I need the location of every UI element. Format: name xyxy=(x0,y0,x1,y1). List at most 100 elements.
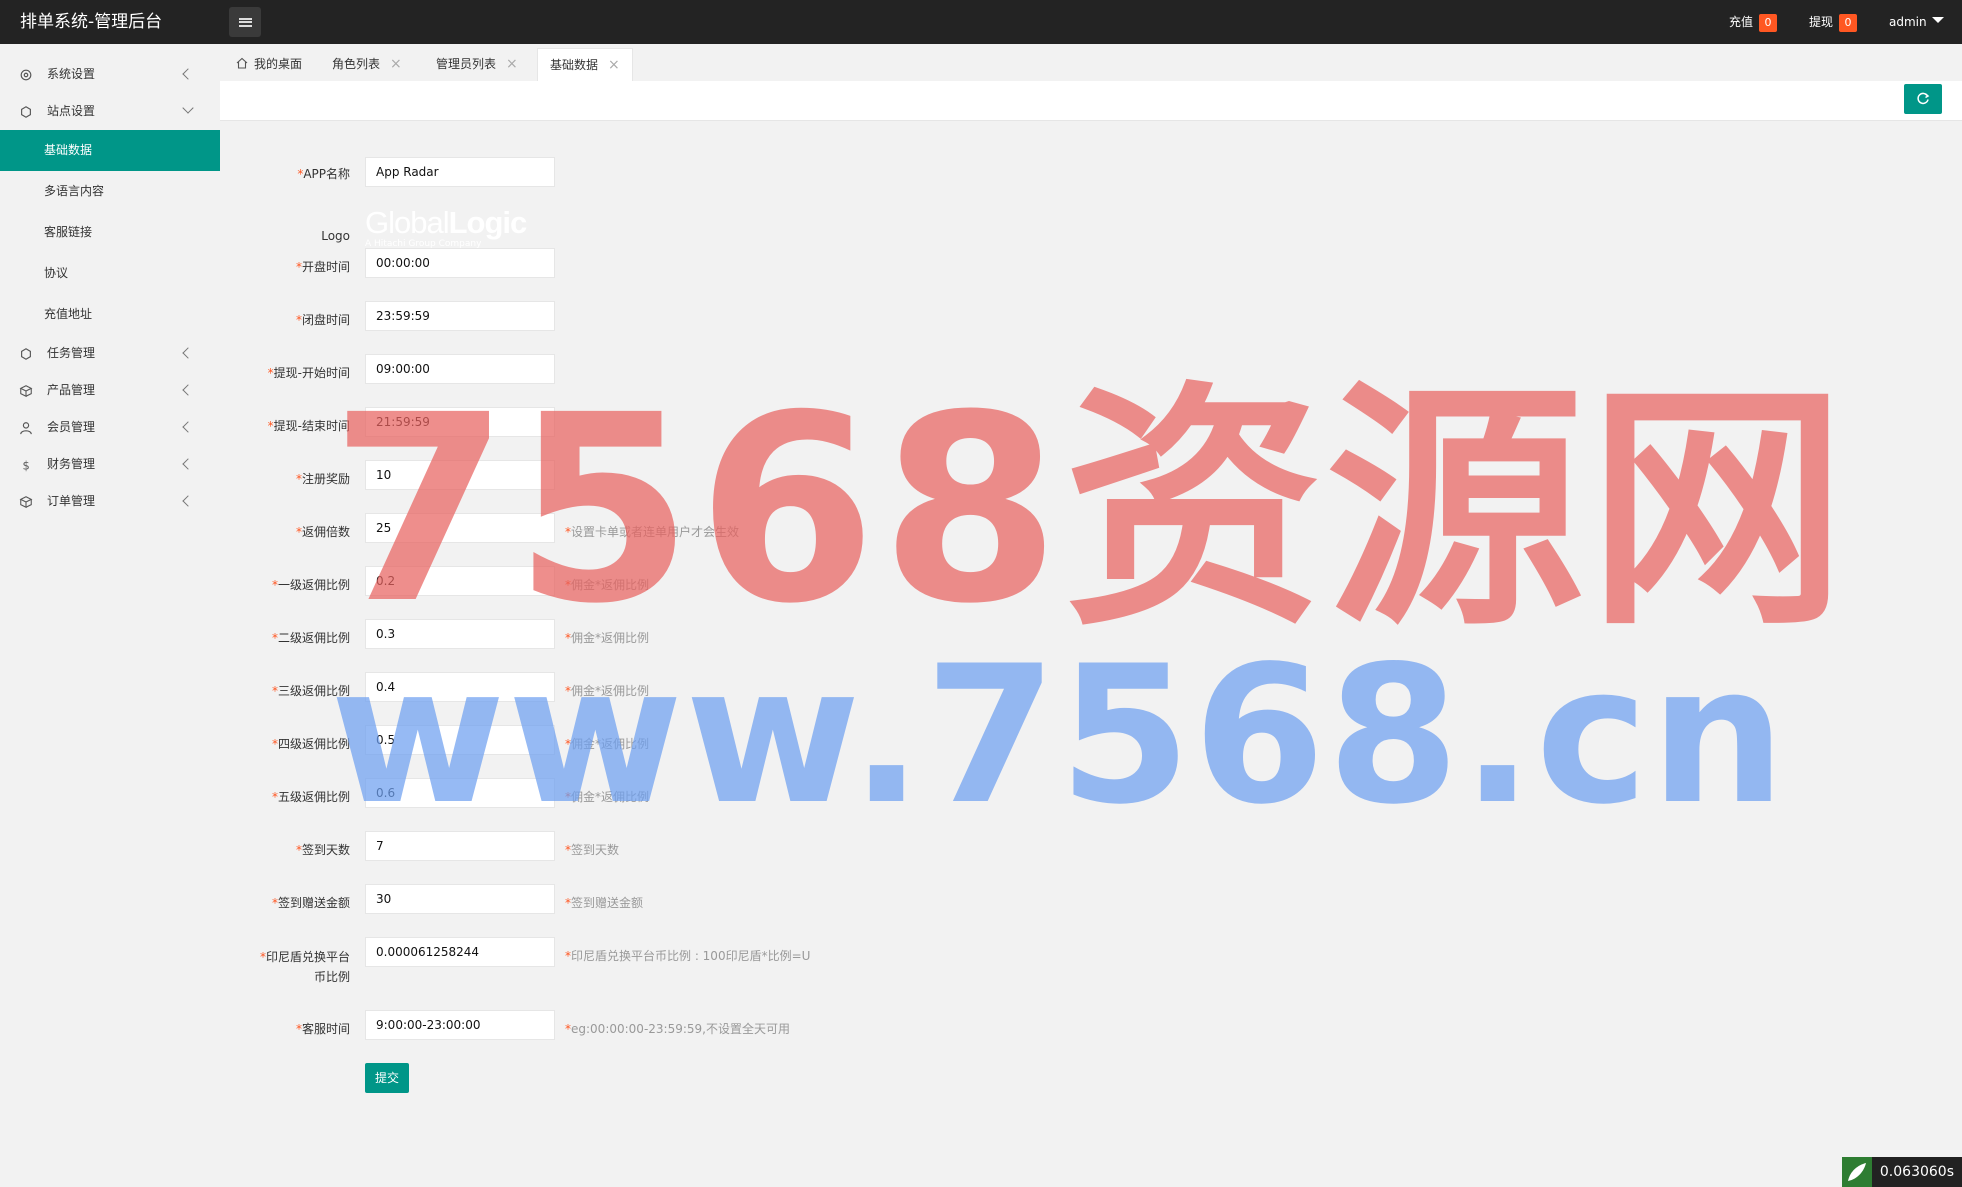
signin-days-input[interactable]: 7 xyxy=(365,831,555,861)
sidebar-subitem-recharge-address[interactable]: 充值地址 xyxy=(0,294,220,335)
register-reward-input[interactable]: 10 xyxy=(365,460,555,490)
tab-role-list[interactable]: 角色列表 × xyxy=(320,48,414,81)
basic-data-form: *APP名称 App Radar Logo GlobalLogic A Hita… xyxy=(220,121,1962,1187)
tab-bar: 我的桌面 角色列表 × 管理员列表 × 基础数据 × xyxy=(220,44,1962,81)
level3-input[interactable]: 0.4 xyxy=(365,672,555,702)
task-icon xyxy=(21,348,31,360)
level2-input[interactable]: 0.3 xyxy=(365,619,555,649)
sidebar-item-member-management[interactable]: 会员管理 xyxy=(0,409,220,446)
caret-down-icon xyxy=(1931,16,1944,23)
chevron-left-icon xyxy=(182,68,194,80)
logo-label: Logo xyxy=(321,229,350,243)
sidebar-item-label: 系统设置 xyxy=(47,67,96,81)
content-toolbar xyxy=(220,81,1962,121)
sidebar-item-site-settings[interactable]: 站点设置 xyxy=(0,93,220,130)
sidebar-item-finance-management[interactable]: $ 财务管理 xyxy=(0,446,220,483)
perf-time: 0.063060s xyxy=(1871,1157,1962,1187)
level5-label: *五级返佣比例 xyxy=(271,790,350,804)
level1-tip: *佣金*返佣比例 xyxy=(565,578,650,592)
sidebar-item-label: 任务管理 xyxy=(47,346,96,360)
rate-tip: *印尼盾兑换平台币比例 : 100印尼盾*比例=U xyxy=(565,949,811,963)
site-icon xyxy=(21,106,31,118)
withdraw-label: 提现 xyxy=(1809,15,1834,29)
hamburger-icon xyxy=(238,17,252,27)
sidebar-item-order-management[interactable]: 订单管理 xyxy=(0,483,220,520)
signin-bonus-tip: *签到赠送金额 xyxy=(565,896,644,910)
user-name: admin xyxy=(1889,15,1927,29)
sidebar-item-system-settings[interactable]: 系统设置 xyxy=(0,56,220,93)
gear-icon xyxy=(20,69,32,81)
logo-image[interactable]: GlobalLogic A Hitachi Group Company xyxy=(365,207,555,251)
rate-input[interactable]: 0.000061258244 xyxy=(365,937,555,967)
level5-tip: *佣金*返佣比例 xyxy=(565,790,650,804)
sidebar-subitem-basic-data[interactable]: 基础数据 xyxy=(0,130,220,171)
tab-basic-data[interactable]: 基础数据 × xyxy=(537,48,633,81)
register-reward-label: *注册奖励 xyxy=(295,472,350,486)
service-time-tip: *eg:00:00:00-23:59:59,不设置全天可用 xyxy=(565,1022,790,1036)
commission-multiple-tip: *设置卡单或者连单用户才会生效 xyxy=(565,525,740,539)
close-icon[interactable]: × xyxy=(608,49,620,82)
sidebar-subitem-service-link[interactable]: 客服链接 xyxy=(0,212,220,253)
user-menu[interactable]: admin xyxy=(1889,0,1944,44)
chevron-left-icon xyxy=(182,384,194,396)
tab-label: 基础数据 xyxy=(550,58,599,72)
sidebar-item-label: 会员管理 xyxy=(47,420,96,434)
level1-input[interactable]: 0.2 xyxy=(365,566,555,596)
signin-bonus-label: *签到赠送金额 xyxy=(271,896,350,910)
recharge-badge: 0 xyxy=(1759,13,1778,32)
sidebar-subitem-multilang[interactable]: 多语言内容 xyxy=(0,171,220,212)
svg-text:$: $ xyxy=(23,458,30,472)
level5-input[interactable]: 0.6 xyxy=(365,778,555,808)
withdraw-start-label: *提现-开始时间 xyxy=(267,366,350,380)
service-time-input[interactable]: 9:00:00-23:00:00 xyxy=(365,1010,555,1040)
withdraw-end-label: *提现-结束时间 xyxy=(267,419,350,433)
commission-multiple-input[interactable]: 25 xyxy=(365,513,555,543)
recharge-label: 充值 xyxy=(1729,15,1754,29)
withdraw-start-input[interactable]: 09:00:00 xyxy=(365,354,555,384)
level4-input[interactable]: 0.5 xyxy=(365,725,555,755)
home-icon xyxy=(236,57,248,69)
open-time-label: *开盘时间 xyxy=(295,260,350,274)
sidebar-item-product-management[interactable]: 产品管理 xyxy=(0,372,220,409)
app-name-label: *APP名称 xyxy=(297,167,350,181)
level3-tip: *佣金*返佣比例 xyxy=(565,684,650,698)
tab-label: 我的桌面 xyxy=(254,57,303,71)
box-icon xyxy=(19,385,33,398)
sidebar-item-task-management[interactable]: 任务管理 xyxy=(0,335,220,372)
sidebar-item-label: 财务管理 xyxy=(47,457,96,471)
tab-admin-list[interactable]: 管理员列表 × xyxy=(424,48,530,81)
level2-label: *二级返佣比例 xyxy=(271,631,350,645)
close-icon[interactable]: × xyxy=(390,48,402,81)
refresh-icon xyxy=(1917,92,1930,105)
submit-button[interactable]: 提交 xyxy=(365,1063,409,1093)
sidebar-subitem-agreement[interactable]: 协议 xyxy=(0,253,220,294)
open-time-input[interactable]: 00:00:00 xyxy=(365,248,555,278)
top-header: 排单系统-管理后台 充值 0 提现 0 admin xyxy=(0,0,1962,44)
app-name-input[interactable]: App Radar xyxy=(365,157,555,187)
level3-label: *三级返佣比例 xyxy=(271,684,350,698)
service-time-label: *客服时间 xyxy=(295,1022,350,1036)
refresh-button[interactable] xyxy=(1904,84,1942,114)
chevron-left-icon xyxy=(182,347,194,359)
app-title: 排单系统-管理后台 xyxy=(20,12,163,32)
sidebar-item-label: 订单管理 xyxy=(47,494,96,508)
chevron-left-icon xyxy=(182,421,194,433)
close-time-label: *闭盘时间 xyxy=(295,313,350,327)
withdraw-end-input[interactable]: 21:59:59 xyxy=(365,407,555,437)
menu-toggle-button[interactable] xyxy=(229,7,261,37)
tab-label: 角色列表 xyxy=(332,57,381,71)
level1-label: *一级返佣比例 xyxy=(271,578,350,592)
withdraw-link[interactable]: 提现 0 xyxy=(1809,0,1858,44)
perf-indicator: 0.063060s xyxy=(1841,1157,1962,1187)
signin-bonus-input[interactable]: 30 xyxy=(365,884,555,914)
recharge-link[interactable]: 充值 0 xyxy=(1729,0,1778,44)
chevron-left-icon xyxy=(182,495,194,507)
sidebar: 系统设置 站点设置 基础数据 多语言内容 客服链接 协议 充值地址 任务管理 产… xyxy=(0,44,220,1187)
rate-label: *印尼盾兑换平台 币比例 xyxy=(259,950,350,984)
order-icon xyxy=(19,496,33,509)
level4-tip: *佣金*返佣比例 xyxy=(565,737,650,751)
close-icon[interactable]: × xyxy=(506,48,518,81)
close-time-input[interactable]: 23:59:59 xyxy=(365,301,555,331)
tab-my-desktop[interactable]: 我的桌面 xyxy=(224,48,314,81)
commission-multiple-label: *返佣倍数 xyxy=(295,525,350,539)
